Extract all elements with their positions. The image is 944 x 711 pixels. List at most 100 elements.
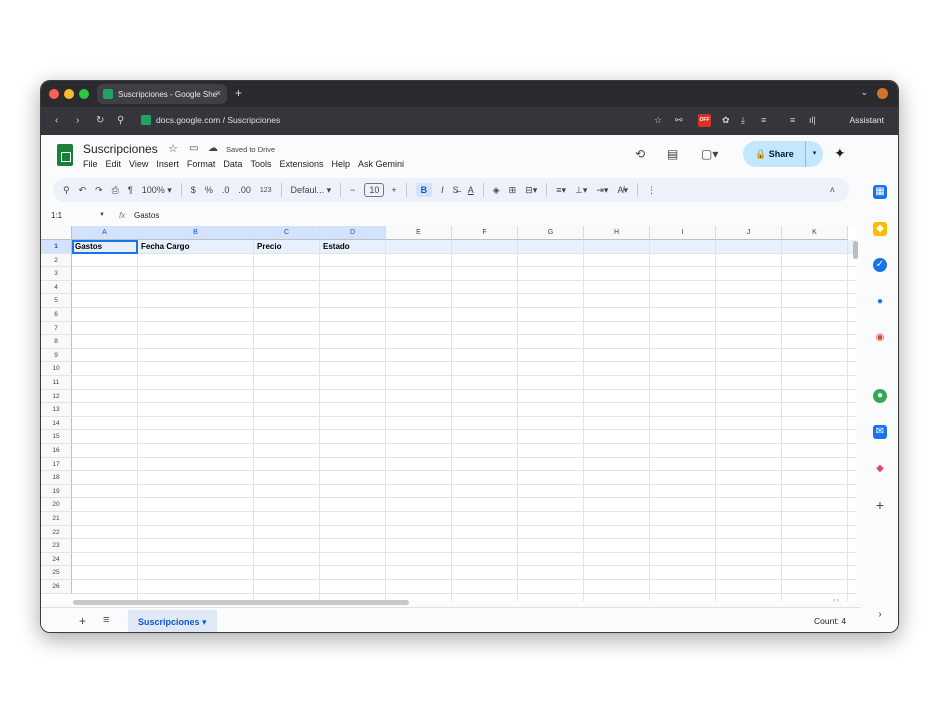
maps-icon[interactable]: ◉: [873, 331, 887, 345]
fill-color-icon[interactable]: ◈: [493, 185, 500, 196]
menu-help[interactable]: Help: [331, 159, 350, 169]
bold-button[interactable]: B: [415, 183, 433, 197]
column-header-h[interactable]: H: [584, 226, 650, 240]
column-header-i[interactable]: I: [650, 226, 716, 240]
row-header-6[interactable]: 6: [41, 308, 72, 322]
menu-insert[interactable]: Insert: [156, 159, 179, 169]
keep-icon[interactable]: ◆: [873, 222, 887, 236]
row-header-19[interactable]: 19: [41, 484, 72, 499]
search-menus-icon[interactable]: ⚲: [63, 185, 70, 196]
row-header-22[interactable]: 22: [41, 525, 72, 540]
addon-green-icon[interactable]: ●: [873, 389, 887, 403]
row-header-5[interactable]: 5: [41, 294, 72, 308]
download-icon[interactable]: ⤓: [741, 115, 745, 126]
menu-format[interactable]: Format: [187, 159, 216, 169]
row-header-17[interactable]: 17: [41, 457, 72, 472]
comments-icon[interactable]: ▤: [667, 147, 678, 161]
version-history-icon[interactable]: ⟲: [635, 147, 645, 161]
increase-decimal-button[interactable]: .00: [238, 185, 251, 195]
forward-icon[interactable]: ›: [76, 115, 79, 126]
reading-list-icon[interactable]: ≡: [761, 115, 766, 125]
decrease-font-size-button[interactable]: −: [350, 185, 355, 195]
audio-icon[interactable]: ıl|: [809, 115, 816, 125]
row-header-7[interactable]: 7: [41, 321, 72, 336]
spreadsheet-grid[interactable]: A Gastos B Fecha Cargo C Precio D Estado E F G H I J K…: [41, 226, 856, 601]
row-header-25[interactable]: 25: [41, 566, 72, 580]
row-header-23[interactable]: 23: [41, 539, 72, 553]
font-select[interactable]: Defaul... ▾: [291, 185, 332, 196]
close-window-button[interactable]: [49, 89, 59, 99]
back-icon[interactable]: ‹: [55, 115, 58, 126]
addon-tag-icon[interactable]: ◆: [873, 462, 887, 476]
text-rotation-icon[interactable]: A̸▾: [617, 185, 628, 196]
row-header-21[interactable]: 21: [41, 512, 72, 526]
move-folder-icon[interactable]: ▭: [189, 143, 198, 154]
row-header-11[interactable]: 11: [41, 376, 72, 390]
tasks-icon[interactable]: ✓: [873, 258, 887, 272]
horizontal-align-icon[interactable]: ≡▾: [556, 185, 566, 196]
addon-mail-icon[interactable]: ✉: [873, 425, 887, 439]
add-sheet-button[interactable]: +: [79, 614, 86, 628]
calendar-icon[interactable]: ▦: [873, 185, 887, 199]
sheets-logo-icon[interactable]: [57, 144, 73, 166]
italic-button[interactable]: I: [441, 185, 444, 195]
reload-icon[interactable]: ↻: [96, 115, 104, 126]
menu-edit[interactable]: Edit: [106, 159, 122, 169]
tab-search-chevron-icon[interactable]: ⌄: [860, 87, 868, 98]
new-tab-button[interactable]: +: [235, 86, 242, 100]
column-header-k[interactable]: K: [782, 226, 848, 240]
column-header-a[interactable]: A: [72, 226, 138, 240]
formula-input[interactable]: Gastos: [134, 211, 159, 220]
share-button[interactable]: 🔒 Share ▾: [743, 141, 823, 167]
row-header-16[interactable]: 16: [41, 444, 72, 458]
print-icon[interactable]: ⎙: [112, 185, 119, 196]
row-header-10[interactable]: 10: [41, 362, 72, 376]
column-header-g[interactable]: G: [518, 226, 584, 240]
column-header-d[interactable]: D: [320, 226, 386, 240]
column-header-c[interactable]: C: [254, 226, 320, 240]
row-header-20[interactable]: 20: [41, 498, 72, 512]
strikethrough-icon[interactable]: S̶: [453, 185, 459, 195]
row-header-2[interactable]: 2: [41, 253, 72, 268]
assistant-button[interactable]: Assistant: [850, 115, 885, 125]
paint-format-icon[interactable]: ¶: [128, 185, 133, 195]
extensions-icon[interactable]: ✿: [722, 115, 730, 126]
column-header-e[interactable]: E: [386, 226, 452, 240]
text-wrap-icon[interactable]: ⇥▾: [596, 185, 608, 196]
borders-icon[interactable]: ⊞: [509, 185, 517, 196]
menu-tools[interactable]: Tools: [250, 159, 271, 169]
menu-extensions[interactable]: Extensions: [279, 159, 323, 169]
column-header-b[interactable]: B: [138, 226, 254, 240]
browser-tab[interactable]: Suscripciones - Google She ×: [97, 84, 227, 104]
row-header-24[interactable]: 24: [41, 552, 72, 567]
select-all-corner[interactable]: [41, 226, 72, 240]
menu-data[interactable]: Data: [223, 159, 242, 169]
name-box-dropdown-icon[interactable]: ▼: [99, 212, 105, 218]
document-title[interactable]: Suscripciones: [83, 142, 158, 156]
menu-lines-icon[interactable]: ≡: [790, 115, 795, 125]
undo-icon[interactable]: ↶: [79, 185, 87, 196]
menu-ask-gemini[interactable]: Ask Gemini: [358, 159, 404, 169]
row-header-13[interactable]: 13: [41, 403, 72, 417]
currency-format-button[interactable]: $: [191, 185, 196, 195]
row-header-18[interactable]: 18: [41, 471, 72, 485]
row-header-15[interactable]: 15: [41, 430, 72, 444]
expand-panel-chevron-icon[interactable]: ›: [873, 608, 887, 622]
link-icon[interactable]: ⚯: [675, 115, 683, 126]
decrease-decimal-button[interactable]: .0: [222, 185, 230, 195]
scroll-arrows-icon[interactable]: ‹ ›: [833, 598, 839, 604]
selection-count[interactable]: Count: 4: [814, 616, 846, 626]
all-sheets-menu-icon[interactable]: ≡: [103, 614, 109, 626]
add-addon-icon[interactable]: +: [873, 498, 887, 512]
merge-cells-icon[interactable]: ⊟▾: [525, 185, 537, 196]
url-field[interactable]: docs.google.com / Suscripciones: [141, 115, 280, 125]
text-color-icon[interactable]: A: [468, 185, 474, 195]
menu-view[interactable]: View: [129, 159, 148, 169]
redo-icon[interactable]: ↷: [95, 185, 103, 196]
extension-badge-icon[interactable]: OFF: [698, 114, 711, 127]
percent-format-button[interactable]: %: [205, 185, 213, 195]
collapse-toolbar-chevron-icon[interactable]: ˄: [830, 185, 835, 195]
row-header-8[interactable]: 8: [41, 335, 72, 349]
sheet-tab-suscripciones[interactable]: Suscripciones ▾: [128, 610, 217, 632]
more-options-icon[interactable]: ⋮: [647, 185, 656, 196]
